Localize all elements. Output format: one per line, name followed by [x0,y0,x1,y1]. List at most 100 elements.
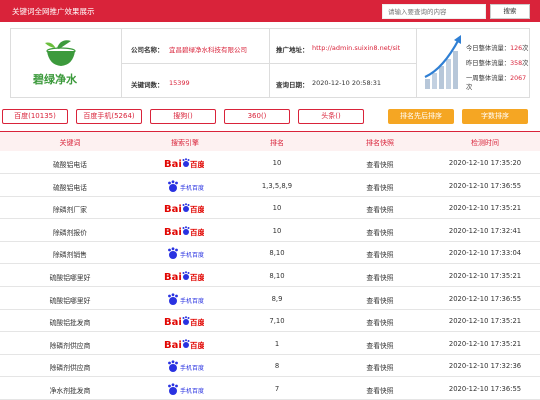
query-date: 2020-12-10 20:58:31 [312,79,382,87]
rank-cell: 8,10 [269,249,285,258]
divider [416,29,417,97]
snapshot-link[interactable]: 查看快照 [340,272,420,282]
svg-text:Bai: Bai [164,272,182,283]
rank-cell: 8 [274,362,280,371]
page-title: 关键词全网推广效果展示 [12,7,95,16]
baidu-mobile-logo-icon: 手机百度 [168,179,204,192]
growth-chart-icon [424,35,461,89]
snapshot-link[interactable]: 查看快照 [340,227,420,237]
rank-cell: 8,10 [269,272,285,280]
svg-text:手机百度: 手机百度 [180,297,204,305]
header-keyword: 关键词 [59,139,81,147]
table-header: 关键词 搜索引擎 排名 排名快照 检测时间 [0,131,540,151]
table-row: 硫酸铝批发商 7,10 查看快照 2020-12-10 17:35:21 Bai 百度 [0,310,540,333]
yesterday-traffic: 昨日整体流量：358次 [466,60,529,67]
sort-by-rank-button[interactable]: 排名先后排序 [388,109,454,124]
rank-cell: 10 [272,226,282,235]
svg-text:手机百度: 手机百度 [180,387,204,395]
time-cell: 2020-12-10 17:32:41 [448,226,522,235]
baidu-logo-icon: Bai 百度 [164,158,204,170]
svg-text:手机百度: 手机百度 [180,184,204,192]
keywords-label: 关键词数： [131,81,164,89]
header-snapshot: 排名快照 [366,139,394,147]
rank-cell: 7 [274,385,280,393]
table-row: 除磷剂供应商 8 查看快照 2020-12-10 17:32:36 手机百度 [0,355,540,378]
table-row: 硫酸铝哪里好 8,10 查看快照 2020-12-10 17:35:21 Bai 百度 [0,265,540,287]
company-name: 宜昌碧绿净水科技有限公司 [169,46,247,54]
header-rank: 排名 [270,139,284,147]
time-cell: 2020-12-10 17:35:21 [448,317,522,326]
keyword-cell: 硫酸铝哪里好 [49,296,91,305]
svg-text:百度: 百度 [190,272,204,282]
time-cell: 2020-12-10 17:35:21 [448,204,522,213]
time-cell: 2020-12-10 17:36:55 [448,181,522,190]
logo-text: 碧绿净水 [33,73,77,86]
table-row: 除磷剂销售 8,10 查看快照 2020-12-10 17:33:04 手机百度 [0,242,540,265]
time-cell: 2020-12-10 17:36:55 [448,294,522,303]
svg-text:Bai: Bai [164,204,182,215]
keywords-count: 15399 [169,79,190,87]
svg-text:百度: 百度 [190,159,204,169]
snapshot-link[interactable]: 查看快照 [340,340,420,350]
keyword-cell: 除磷剂厂家 [53,206,87,215]
snapshot-link[interactable]: 查看快照 [340,182,420,192]
rank-cell: 7,10 [269,317,285,326]
week-traffic: 一周整体流量：2067次 [466,75,527,91]
svg-text:Bai: Bai [164,159,182,170]
search-button[interactable]: 搜索 [490,4,530,19]
tab-baidu-mobile[interactable]: 百度手机(5264) [76,109,142,124]
time-cell: 2020-12-10 17:36:55 [448,385,522,393]
keyword-cell: 除磷剂报价 [53,228,87,237]
rank-cell: 8,9 [271,294,283,303]
snapshot-link[interactable]: 查看快照 [340,159,420,169]
rank-cell: 1 [274,339,280,348]
keyword-cell: 除磷剂销售 [53,251,87,260]
baidu-mobile-logo-icon: 手机百度 [168,292,204,305]
snapshot-link[interactable]: 查看快照 [340,317,420,327]
table-row: 净水剂批发商 7 查看快照 2020-12-10 17:36:55 手机百度 [0,378,540,400]
search-input[interactable] [382,4,486,19]
header-engine: 搜索引擎 [171,139,199,147]
header-time: 检测时间 [471,139,499,147]
time-cell: 2020-12-10 17:32:36 [448,362,522,371]
snapshot-link[interactable]: 查看快照 [340,362,420,372]
keyword-cell: 除磷剂供应商 [49,364,91,373]
tab-360[interactable]: 360() [224,109,290,124]
baidu-logo-icon: Bai 百度 [164,271,204,283]
table-row: 硫酸铝电话 10 查看快照 2020-12-10 17:35:20 Bai 百度 [0,152,540,174]
table-row: 硫酸铝电话 1,3,5,8,9 查看快照 2020-12-10 17:36:55 手机百… [0,174,540,197]
table-row: 除磷剂供应商 1 查看快照 2020-12-10 17:35:21 Bai 百度 [0,332,540,355]
tab-sogou[interactable]: 搜狗() [150,109,216,124]
sort-by-chars-button[interactable]: 字数排序 [462,109,528,124]
snapshot-link[interactable]: 查看快照 [340,295,420,305]
snapshot-link[interactable]: 查看快照 [340,249,420,259]
table-row: 除磷剂报价 10 查看快照 2020-12-10 17:32:41 Bai 百度 [0,219,540,242]
time-cell: 2020-12-10 17:35:21 [448,339,522,348]
snapshot-link[interactable]: 查看快照 [340,204,420,214]
svg-text:百度: 百度 [190,204,204,214]
table-row: 硫酸铝哪里好 8,9 查看快照 2020-12-10 17:36:55 手机百度 [0,287,540,310]
divider [269,29,270,97]
svg-text:手机百度: 手机百度 [180,251,204,259]
baidu-mobile-logo-icon: 手机百度 [168,360,204,373]
rank-cell: 10 [272,159,282,167]
tab-toutiao[interactable]: 头条() [298,109,364,124]
keyword-cell: 硫酸铝哪里好 [49,274,91,282]
svg-text:手机百度: 手机百度 [180,364,204,372]
company-info-panel: 碧绿净水 公司名称： 宜昌碧绿净水科技有限公司 推广地址： http://adm… [10,28,530,98]
snapshot-link[interactable]: 查看快照 [340,385,420,395]
date-label: 查询日期： [276,81,309,89]
baidu-logo-icon: Bai 百度 [164,316,204,328]
keyword-cell: 硫酸铝电话 [53,183,87,192]
keyword-cell: 硫酸铝批发商 [49,319,91,328]
site-url[interactable]: http://admin.suixin8.net/sit [312,44,400,52]
keyword-cell: 硫酸铝电话 [53,161,87,169]
site-label: 推广地址： [276,46,309,54]
time-cell: 2020-12-10 17:35:21 [448,272,522,280]
today-traffic: 今日整体流量：126次 [466,45,529,52]
baidu-mobile-logo-icon: 手机百度 [168,383,204,395]
tab-baidu[interactable]: 百度(10135) [2,109,68,124]
baidu-logo-icon: Bai 百度 [164,203,204,215]
keyword-cell: 净水剂批发商 [49,387,91,395]
keyword-cell: 除磷剂供应商 [49,341,91,350]
